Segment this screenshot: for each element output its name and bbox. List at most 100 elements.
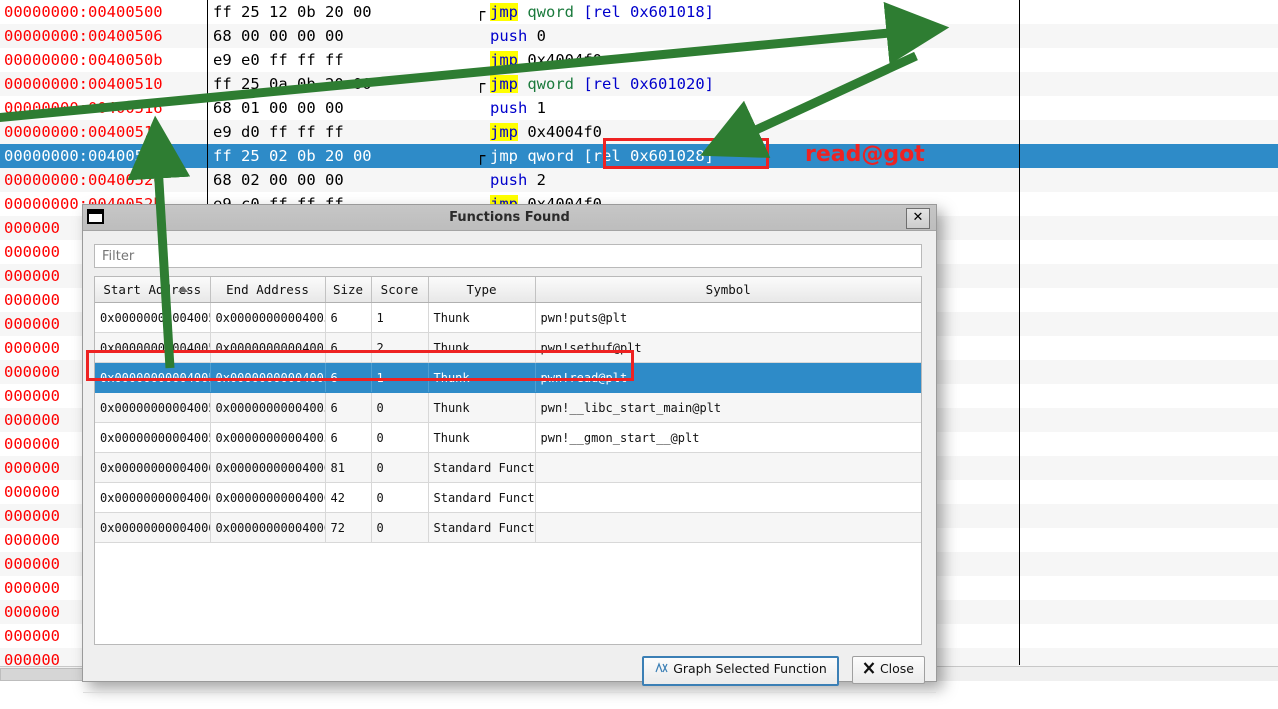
cell-score: 0 bbox=[371, 482, 429, 513]
disassembly-row[interactable]: 00000000:00400500 ff 25 12 0b 20 00 ┌ jmp q… bbox=[0, 0, 1278, 24]
instruction-operand: 2 bbox=[536, 171, 547, 189]
cell-start-address: 0x0000000000400530 bbox=[95, 392, 211, 423]
cell-start-address: 0x000000000040068e bbox=[95, 482, 211, 513]
cell-size: 6 bbox=[325, 362, 372, 393]
cell-end-address: 0x0000000000400505 bbox=[210, 302, 326, 333]
column-header-symbol[interactable]: Symbol bbox=[535, 277, 921, 303]
disassembly-hex-bytes: ff 25 12 0b 20 00 bbox=[213, 3, 372, 21]
disassembly-row[interactable]: 00000000:00400520 ff 25 02 0b 20 00 ┌ jmp q… bbox=[0, 144, 1278, 168]
instruction-operand: [rel 0x601028] bbox=[583, 147, 715, 165]
cell-end-address: 0x00000000004006b7 bbox=[210, 482, 326, 513]
cell-symbol: pwn!__libc_start_main@plt bbox=[535, 392, 921, 423]
table-row[interactable]: 0x00000000004005100x000000000040051562Th… bbox=[95, 332, 921, 363]
graph-selected-function-button[interactable]: Graph Selected Function bbox=[642, 656, 839, 686]
cell-size: 6 bbox=[325, 422, 372, 453]
cell-end-address: 0x0000000000400525 bbox=[210, 362, 326, 393]
cell-type: Thunk bbox=[428, 392, 536, 423]
cell-score: 1 bbox=[371, 302, 429, 333]
instruction-operand: 1 bbox=[536, 99, 547, 117]
cell-start-address: 0x0000000000400510 bbox=[95, 332, 211, 363]
disassembly-row[interactable]: 00000000:00400510 ff 25 0a 0b 20 00 ┌ jmp q… bbox=[0, 72, 1278, 96]
disassembly-address: 00000000:00400526 bbox=[4, 171, 163, 189]
disassembly-row[interactable]: 00000000:0040050b e9 e0 ff ff ff jmp 0x40… bbox=[0, 48, 1278, 72]
flow-bracket-icon: ┌ bbox=[476, 75, 486, 93]
cell-symbol: pwn!setbuf@plt bbox=[535, 332, 921, 363]
graph-icon bbox=[654, 659, 668, 681]
instruction-operand: [rel 0x601020] bbox=[583, 75, 715, 93]
flow-bracket-icon: ┌ bbox=[476, 3, 486, 21]
cell-start-address: 0x0000000000400500 bbox=[95, 302, 211, 333]
table-row[interactable]: 0x00000000004005300x000000000040053560Th… bbox=[95, 392, 921, 423]
functions-table-header-row: Start Address End Address Size Score Typ… bbox=[95, 277, 921, 303]
column-header-end-address[interactable]: End Address bbox=[210, 277, 326, 303]
table-row[interactable]: 0x00000000004006b80x00000000004006ff720S… bbox=[95, 512, 921, 543]
instruction-size-keyword: qword bbox=[527, 3, 575, 21]
cell-type: Standard Function bbox=[428, 452, 536, 483]
cell-start-address: 0x0000000000400520 bbox=[95, 362, 211, 393]
close-icon[interactable]: ✕ bbox=[906, 208, 930, 229]
dialog-footer-divider bbox=[83, 692, 936, 693]
instruction-mnemonic: push bbox=[490, 27, 528, 45]
instruction-mnemonic: jmp bbox=[490, 3, 518, 21]
dialog-button-row: Graph Selected Function Close bbox=[642, 656, 925, 686]
sort-ascending-icon bbox=[177, 286, 188, 292]
cell-end-address: 0x0000000000400545 bbox=[210, 422, 326, 453]
disassembly-address: 00000000:0040051b bbox=[4, 123, 163, 141]
table-row[interactable]: 0x000000000040068e0x00000000004006b7420S… bbox=[95, 482, 921, 513]
instruction-mnemonic: push bbox=[490, 99, 528, 117]
column-header-score[interactable]: Score bbox=[371, 277, 429, 303]
cell-size: 72 bbox=[325, 512, 372, 543]
dialog-titlebar[interactable]: Functions Found ✕ bbox=[83, 205, 936, 231]
close-button-label: Close bbox=[879, 661, 914, 676]
functions-table-container[interactable]: Start Address End Address Size Score Typ… bbox=[94, 276, 922, 645]
cell-type: Thunk bbox=[428, 422, 536, 453]
cell-symbol: pwn!__gmon_start__@plt bbox=[535, 422, 921, 453]
table-row[interactable]: 0x00000000004005000x000000000040050561Th… bbox=[95, 302, 921, 333]
cell-end-address: 0x0000000000400515 bbox=[210, 332, 326, 363]
cell-start-address: 0x00000000004006b8 bbox=[95, 512, 211, 543]
disassembly-hex-bytes: 68 02 00 00 00 bbox=[213, 171, 344, 189]
cell-symbol: pwn!puts@plt bbox=[535, 302, 921, 333]
cell-size: 6 bbox=[325, 302, 372, 333]
disassembly-address: 00000000:00400500 bbox=[4, 3, 163, 21]
instruction-operand: 0 bbox=[536, 27, 547, 45]
cell-score: 0 bbox=[371, 392, 429, 423]
cell-symbol bbox=[535, 452, 921, 483]
instruction-operand: [rel 0x601018] bbox=[583, 3, 715, 21]
screen-root: 00000000:00400500 ff 25 12 0b 20 00 ┌ jmp q… bbox=[0, 0, 1278, 709]
close-button[interactable]: Close bbox=[851, 656, 925, 684]
disassembly-row[interactable]: 00000000:00400526 68 02 00 00 00 push 2 bbox=[0, 168, 1278, 192]
cell-start-address: 0x000000000040063d bbox=[95, 452, 211, 483]
cell-end-address: 0x00000000004006ff bbox=[210, 512, 326, 543]
disassembly-row[interactable]: 00000000:00400506 68 00 00 00 00 push 0 bbox=[0, 24, 1278, 48]
cell-symbol: pwn!read@plt bbox=[535, 362, 921, 393]
column-header-type[interactable]: Type bbox=[428, 277, 536, 303]
instruction-size-keyword: qword bbox=[527, 75, 575, 93]
cell-start-address: 0x0000000000400540 bbox=[95, 422, 211, 453]
disassembly-hex-bytes: e9 d0 ff ff ff bbox=[213, 123, 344, 141]
cell-end-address: 0x000000000040068d bbox=[210, 452, 326, 483]
filter-input[interactable] bbox=[94, 244, 922, 268]
cell-score: 0 bbox=[371, 452, 429, 483]
disassembly-instruction: ┌ jmp qword [rel 0x601020] bbox=[476, 72, 1278, 96]
disassembly-hex-bytes: 68 00 00 00 00 bbox=[213, 27, 344, 45]
dialog-title: Functions Found bbox=[449, 210, 570, 225]
table-row[interactable]: 0x00000000004005200x000000000040052561Th… bbox=[95, 362, 921, 393]
cell-type: Standard Function bbox=[428, 512, 536, 543]
disassembly-hex-bytes: e9 e0 ff ff ff bbox=[213, 51, 344, 69]
disassembly-row[interactable]: 00000000:00400516 68 01 00 00 00 push 1 bbox=[0, 96, 1278, 120]
disassembly-address: 00000000:00400510 bbox=[4, 75, 163, 93]
disassembly-instruction: push 0 bbox=[476, 24, 1278, 48]
flow-bracket-icon: ┌ bbox=[476, 147, 486, 165]
cell-symbol bbox=[535, 512, 921, 543]
table-row[interactable]: 0x00000000004005400x000000000040054560Th… bbox=[95, 422, 921, 453]
table-row[interactable]: 0x000000000040063d0x000000000040068d810S… bbox=[95, 452, 921, 483]
disassembly-hex-bytes: ff 25 0a 0b 20 00 bbox=[213, 75, 372, 93]
column-header-start-address[interactable]: Start Address bbox=[95, 277, 211, 303]
disassembly-hex-bytes: ff 25 02 0b 20 00 bbox=[213, 147, 372, 165]
instruction-mnemonic: jmp bbox=[490, 75, 518, 93]
disassembly-instruction: jmp 0x4004f0 bbox=[476, 120, 1278, 144]
disassembly-row[interactable]: 00000000:0040051b e9 d0 ff ff ff jmp 0x40… bbox=[0, 120, 1278, 144]
column-header-size[interactable]: Size bbox=[325, 277, 372, 303]
column-divider-right bbox=[1019, 0, 1020, 665]
